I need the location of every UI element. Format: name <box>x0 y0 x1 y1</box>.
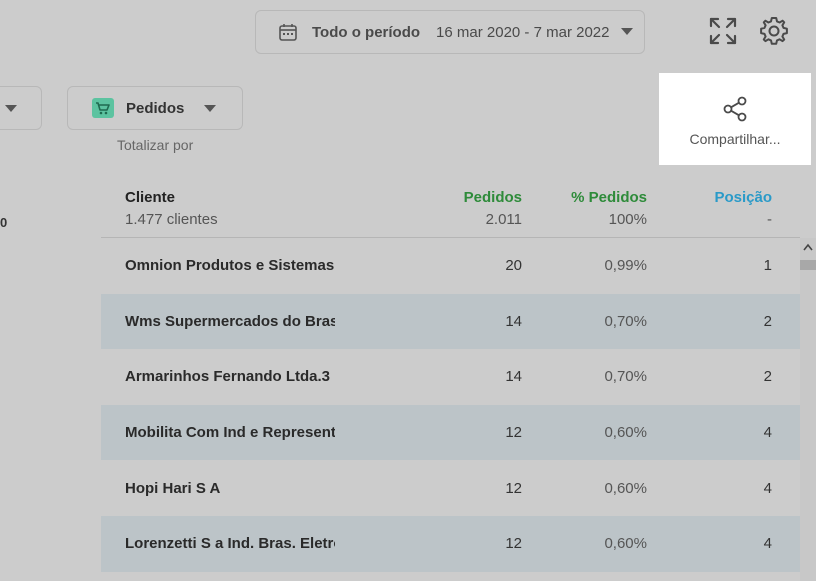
table-row[interactable]: Hopi Hari S A 12 0,60% 4 <box>101 460 800 516</box>
column-header-pct-pedidos[interactable]: % Pedidos <box>547 189 647 206</box>
table-row[interactable]: Mobilita Com Ind e Representa 12 0,60% 4 <box>101 404 800 461</box>
chevron-down-icon <box>204 105 216 112</box>
column-header-posicao[interactable]: Posição <box>672 189 772 206</box>
cell-pedidos: 12 <box>505 535 522 553</box>
share-icon <box>723 96 747 122</box>
gear-icon <box>760 17 788 45</box>
cell-pct-pedidos: 0,60% <box>604 479 647 497</box>
cell-pct-pedidos: 0,99% <box>604 257 647 275</box>
table-row[interactable]: Omnion Produtos e Sistemas d 20 0,99% 1 <box>101 238 800 294</box>
cell-pedidos: 12 <box>505 479 522 497</box>
period-label: Todo o período <box>312 23 421 41</box>
vertical-scrollbar[interactable] <box>800 238 816 581</box>
cell-pedidos: 14 <box>505 368 522 386</box>
cell-pct-pedidos: 0,70% <box>604 368 647 386</box>
cell-posicao: 1 <box>763 257 772 275</box>
settings-button[interactable] <box>758 15 790 47</box>
cart-icon <box>92 98 114 118</box>
summary-pedidos: 2.011 <box>485 211 522 228</box>
chevron-down-icon <box>5 105 17 112</box>
table-row[interactable]: Lorenzetti S a Ind. Bras. Eletron 12 0,6… <box>101 515 800 572</box>
partial-left-value: 0 <box>0 215 8 230</box>
chevron-down-icon <box>621 28 634 35</box>
table-row[interactable]: Wms Supermercados do Brasil 14 0,70% 2 <box>101 293 800 350</box>
cell-cliente: Wms Supermercados do Brasil <box>125 312 335 330</box>
metric-dropdown[interactable]: Pedidos <box>67 86 243 130</box>
summary-clientes: 1.477 clientes <box>125 211 218 228</box>
fullscreen-button[interactable] <box>707 15 739 47</box>
share-button[interactable]: Compartilhar... <box>659 73 811 165</box>
date-range-text: 16 mar 2020 - 7 mar 2022 <box>436 23 610 41</box>
scroll-up-icon[interactable] <box>803 243 813 251</box>
cell-pedidos: 14 <box>505 312 522 330</box>
cell-cliente: Mobilita Com Ind e Representa <box>125 424 335 442</box>
column-header-cliente[interactable]: Cliente <box>125 189 175 206</box>
totalizar-label: Totalizar por <box>117 137 194 153</box>
cell-cliente: Omnion Produtos e Sistemas d <box>125 257 335 275</box>
cell-cliente: Armarinhos Fernando Ltda.3 <box>125 368 331 386</box>
calendar-icon <box>279 24 297 41</box>
cell-cliente: Hopi Hari S A <box>125 479 221 497</box>
cell-pct-pedidos: 0,60% <box>604 535 647 553</box>
cell-posicao: 4 <box>763 424 772 442</box>
cell-pedidos: 20 <box>505 257 522 275</box>
fullscreen-icon <box>709 17 737 45</box>
table-row[interactable]: Armarinhos Fernando Ltda.3 14 0,70% 2 <box>101 349 800 405</box>
cell-pedidos: 12 <box>505 424 522 442</box>
cell-posicao: 2 <box>763 368 772 386</box>
column-header-pedidos[interactable]: Pedidos <box>422 189 522 206</box>
cell-cliente: Lorenzetti S a Ind. Bras. Eletron <box>125 535 335 553</box>
partial-dropdown[interactable] <box>0 86 42 130</box>
share-label: Compartilhar... <box>689 131 781 147</box>
cell-posicao: 2 <box>763 312 772 330</box>
summary-pct-pedidos: 100% <box>608 211 647 228</box>
date-range-picker[interactable]: Todo o período 16 mar 2020 - 7 mar 2022 <box>255 10 645 54</box>
cell-pct-pedidos: 0,70% <box>604 312 647 330</box>
scrollbar-thumb[interactable] <box>800 260 816 270</box>
metric-dropdown-label: Pedidos <box>126 99 185 117</box>
table-body: Omnion Produtos e Sistemas d 20 0,99% 1 … <box>101 238 800 572</box>
cell-posicao: 4 <box>763 535 772 553</box>
summary-posicao: - <box>767 211 772 228</box>
cell-posicao: 4 <box>763 479 772 497</box>
cell-pct-pedidos: 0,60% <box>604 424 647 442</box>
